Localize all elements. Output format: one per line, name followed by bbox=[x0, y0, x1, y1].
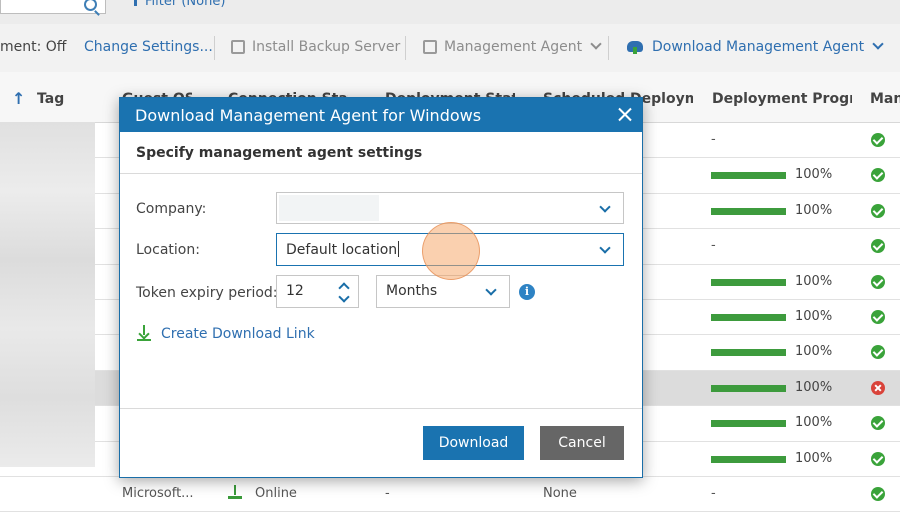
progress-bar bbox=[711, 207, 786, 215]
agent-icon bbox=[423, 40, 437, 54]
progress-bar bbox=[711, 349, 786, 357]
download-button[interactable]: Download bbox=[423, 426, 524, 460]
success-icon bbox=[871, 133, 885, 147]
search-input[interactable] bbox=[0, 0, 106, 14]
scheduled-deployment-cell: None bbox=[543, 485, 577, 501]
divider bbox=[120, 173, 642, 174]
download-management-agent-menu[interactable]: Download Management Agent bbox=[627, 38, 884, 55]
download-agent-dialog: Download Management Agent for Windows Sp… bbox=[119, 97, 643, 478]
deployment-status-cell: - bbox=[385, 485, 390, 501]
company-select[interactable] bbox=[276, 192, 624, 224]
progress-empty: - bbox=[711, 132, 716, 147]
dialog-title: Download Management Agent for Windows bbox=[135, 106, 482, 125]
location-label: Location: bbox=[136, 242, 200, 258]
column-management-status[interactable]: Man bbox=[870, 91, 900, 107]
progress-percent: 100% bbox=[795, 415, 833, 431]
progress-empty: - bbox=[711, 485, 716, 501]
token-unit-value: Months bbox=[386, 283, 438, 299]
token-expiry-value: 12 bbox=[286, 283, 304, 299]
divider bbox=[120, 408, 642, 409]
progress-percent: 100% bbox=[795, 308, 833, 324]
progress-bar bbox=[711, 313, 786, 321]
status-text: ment: Off bbox=[0, 39, 67, 55]
management-agent-menu[interactable]: Management Agent bbox=[423, 38, 602, 55]
cloud-download-icon bbox=[627, 41, 643, 54]
progress-bar bbox=[711, 172, 786, 180]
toolbar: ment: Off Change Settings... Install Bac… bbox=[0, 24, 900, 73]
token-expiry-stepper[interactable]: 12 bbox=[276, 275, 359, 308]
chevron-down-icon bbox=[590, 38, 602, 50]
success-icon bbox=[871, 309, 885, 324]
progress-bar bbox=[711, 455, 786, 463]
progress-bar bbox=[711, 420, 786, 428]
filter-link[interactable]: Filter (None) bbox=[145, 0, 225, 9]
success-icon bbox=[871, 203, 885, 218]
sort-ascending-icon[interactable]: ↑ bbox=[12, 89, 25, 108]
progress-percent: 100% bbox=[795, 344, 833, 360]
success-icon bbox=[871, 274, 885, 289]
toolbar-divider bbox=[405, 36, 406, 60]
progress-bar bbox=[711, 278, 786, 286]
token-expiry-label: Token expiry period: bbox=[136, 285, 278, 301]
install-backup-server-button[interactable]: Install Backup Server bbox=[231, 39, 400, 55]
success-icon bbox=[871, 239, 885, 254]
filter-icon[interactable] bbox=[134, 0, 137, 6]
chevron-down-icon[interactable] bbox=[338, 291, 350, 303]
progress-empty: - bbox=[711, 238, 716, 254]
text-caret bbox=[398, 241, 400, 257]
progress-percent: 100% bbox=[795, 167, 833, 183]
top-bar: Filter (None) bbox=[0, 0, 900, 24]
chevron-down-icon bbox=[599, 242, 611, 254]
success-icon bbox=[871, 416, 885, 431]
location-value: Default location bbox=[286, 241, 400, 258]
dialog-subtitle: Specify management agent settings bbox=[136, 145, 423, 161]
column-tag[interactable]: Tag bbox=[37, 91, 64, 107]
create-download-link[interactable]: Create Download Link bbox=[137, 325, 315, 342]
progress-percent: 100% bbox=[795, 450, 833, 466]
company-label: Company: bbox=[136, 201, 207, 217]
connection-status-cell: Online bbox=[255, 485, 297, 501]
info-icon[interactable]: i bbox=[519, 284, 535, 300]
chevron-down-icon bbox=[599, 201, 611, 213]
guest-os-cell: Microsoft... bbox=[122, 485, 194, 501]
chevron-down-icon bbox=[485, 284, 497, 296]
progress-bar bbox=[711, 384, 786, 392]
toolbar-divider bbox=[608, 36, 609, 60]
progress-percent: 100% bbox=[795, 379, 833, 395]
error-icon bbox=[871, 380, 885, 395]
success-icon bbox=[871, 168, 885, 183]
online-icon bbox=[228, 484, 242, 499]
progress-percent: 100% bbox=[795, 273, 833, 289]
blurred-content bbox=[0, 122, 95, 467]
column-deployment-progress[interactable]: Deployment Progr... bbox=[712, 91, 852, 107]
token-unit-select[interactable]: Months bbox=[376, 275, 510, 308]
company-value-masked bbox=[279, 195, 379, 221]
toolbar-divider bbox=[214, 36, 215, 60]
success-icon bbox=[871, 345, 885, 360]
location-select[interactable]: Default location bbox=[276, 233, 624, 266]
success-icon bbox=[871, 451, 885, 466]
progress-percent: 100% bbox=[795, 202, 833, 218]
success-icon bbox=[871, 486, 885, 501]
server-icon bbox=[231, 40, 245, 54]
cancel-button[interactable]: Cancel bbox=[540, 426, 624, 460]
chevron-down-icon bbox=[872, 38, 884, 50]
table-row[interactable]: Microsoft... Online - None - bbox=[0, 476, 900, 512]
search-icon[interactable] bbox=[84, 0, 97, 11]
dialog-title-bar: Download Management Agent for Windows bbox=[120, 98, 642, 132]
close-icon[interactable] bbox=[618, 107, 632, 121]
change-settings-button[interactable]: Change Settings... bbox=[84, 39, 213, 55]
download-arrow-icon bbox=[137, 325, 151, 341]
